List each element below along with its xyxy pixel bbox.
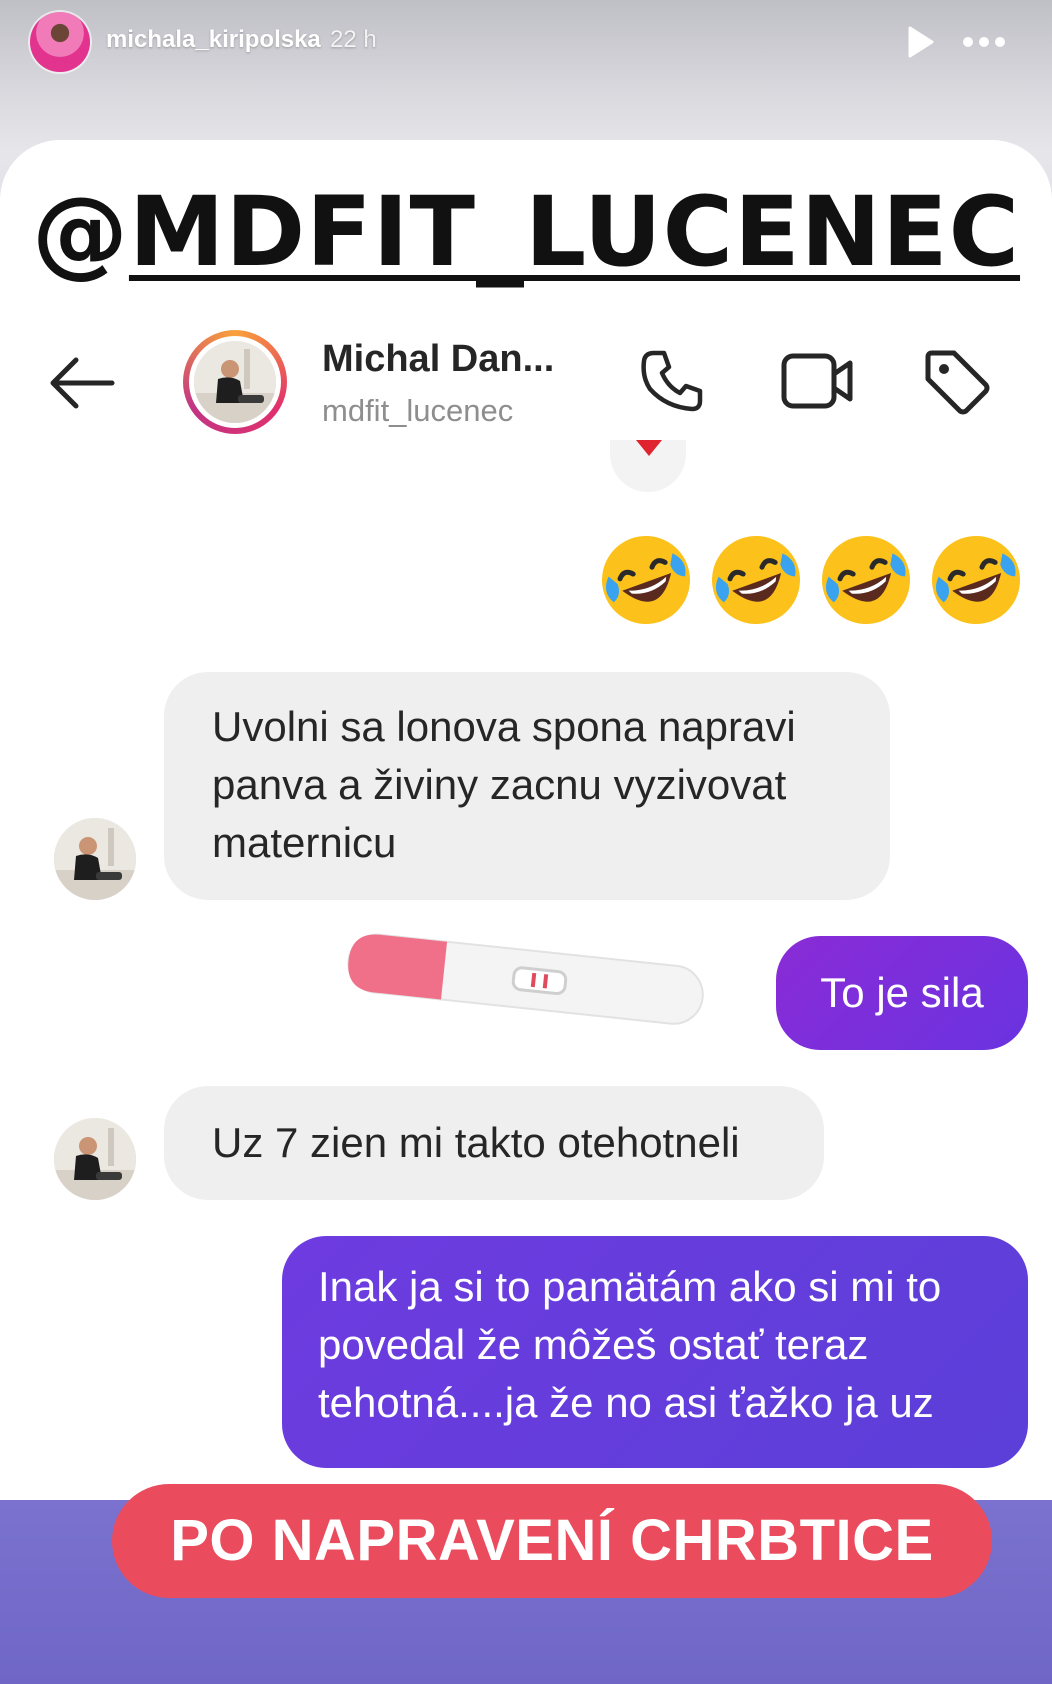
more-dots-icon[interactable] (960, 24, 1008, 60)
video-icon[interactable] (780, 350, 856, 412)
story-avatar[interactable] (30, 12, 90, 72)
incoming-message[interactable]: Uvolni sa lonova spona napravi panva a ž… (164, 672, 890, 900)
handle-name: MDFIT_LUCENEC (128, 176, 1021, 288)
sender-avatar[interactable] (54, 1118, 136, 1200)
caption-banner: PO NAPRAVENÍ CHRBTICE (112, 1484, 992, 1598)
story-username[interactable]: michala_kiripolska (106, 26, 321, 54)
tag-icon[interactable] (920, 345, 992, 417)
outgoing-message[interactable]: Inak ja si to pamätám ako si mi to poved… (282, 1236, 1028, 1468)
back-arrow-icon[interactable] (46, 350, 118, 416)
play-icon[interactable] (902, 24, 938, 60)
outgoing-message[interactable]: To je sila (776, 936, 1028, 1050)
person-photo (54, 1118, 136, 1200)
emoji-message (596, 530, 1026, 640)
pregnancy-test-sticker (347, 933, 704, 1025)
handle-overlay-text: @MDFIT_LUCENEC (0, 176, 1052, 288)
handle-at-sign: @ (31, 176, 129, 288)
story-timestamp: 22 h (330, 26, 377, 53)
story-header: michala_kiripolska 22 h (0, 0, 1052, 90)
story-background: michala_kiripolska 22 h @MDFIT_LUCENEC M… (0, 0, 1052, 1684)
incoming-message[interactable]: Uz 7 zien mi takto otehotneli (164, 1086, 824, 1200)
rofl-emoji-icon (932, 536, 1020, 624)
rofl-emoji-icon (712, 536, 800, 624)
rofl-emoji-icon (822, 536, 910, 624)
chat-contact-username: mdfit_lucenec (322, 393, 514, 428)
person-photo (54, 818, 136, 900)
rofl-emoji-icon (602, 536, 690, 624)
chat-contact-name: Michal Dan... (322, 338, 555, 380)
chat-contact-avatar[interactable] (183, 330, 287, 434)
phone-icon[interactable] (636, 345, 708, 417)
sender-avatar[interactable] (54, 818, 136, 900)
person-photo (194, 341, 276, 423)
